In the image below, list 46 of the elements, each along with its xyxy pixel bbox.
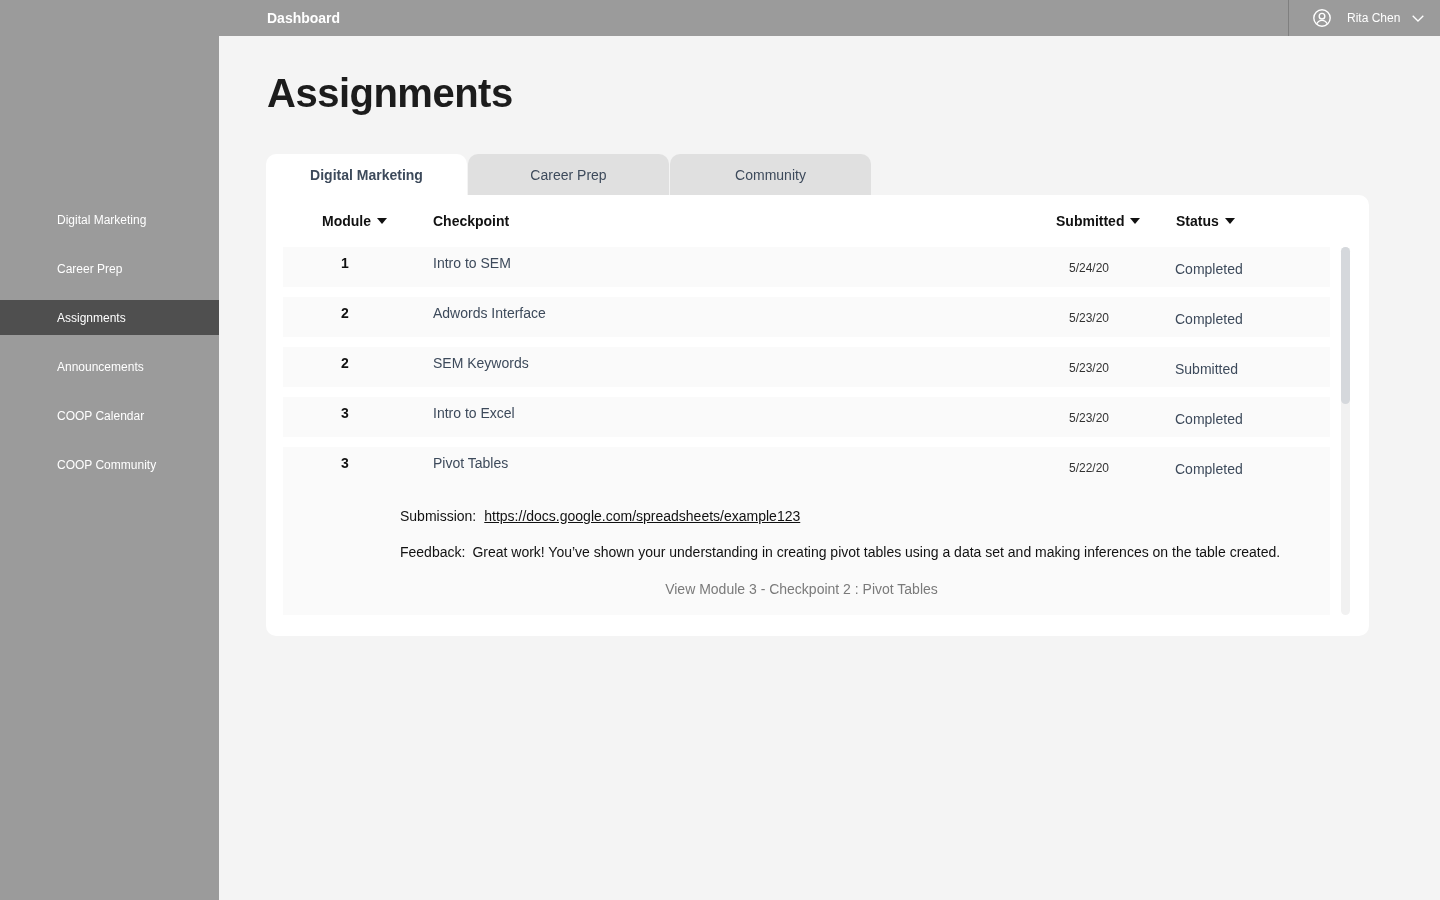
checkpoint-cell: Intro to SEM (433, 255, 511, 272)
column-header: Status (1176, 213, 1219, 229)
caret-down-icon[interactable] (1130, 218, 1141, 224)
page-title: Assignments (266, 70, 513, 117)
checkpoint-cell: Intro to Excel (433, 405, 515, 422)
date-cell: 5/23/20 (1069, 311, 1110, 325)
module-cell: 2 (341, 305, 349, 322)
scrollbar-thumb[interactable] (1341, 247, 1350, 404)
date-cell: 5/23/20 (1069, 411, 1110, 425)
user-icon (1313, 9, 1331, 27)
checkpoint-cell: SEM Keywords (433, 355, 529, 372)
caret-down-icon[interactable] (1224, 218, 1235, 224)
submission-link[interactable]: https://docs.google.com/spreadsheets/example123 (484, 506, 801, 526)
feedback-label: Feedback: (400, 543, 466, 562)
status-cell: Completed (1175, 461, 1243, 477)
module-cell: 1 (341, 255, 349, 272)
checkpoint-cell: Adwords Interface (433, 305, 546, 322)
checkpoint-cell: Pivot Tables (433, 455, 509, 472)
status-cell: Completed (1175, 411, 1243, 427)
column-header: Module (322, 213, 371, 229)
status-cell: Completed (1175, 261, 1243, 277)
status-cell: Submitted (1175, 361, 1239, 377)
module-cell: 3 (341, 405, 349, 422)
date-cell: 5/24/20 (1069, 261, 1110, 275)
top-bar-title: Dashboard (267, 10, 341, 26)
module-cell: 2 (341, 355, 349, 372)
tab[interactable]: Digital Marketing (266, 154, 467, 195)
table-row[interactable]: 2 SEM Keywords 5/23/20 Submitted (283, 347, 1330, 387)
tab[interactable]: Community (670, 154, 871, 195)
column-header: Submitted (1056, 213, 1125, 229)
chevron-down-icon[interactable] (1412, 14, 1425, 22)
caret-down-icon[interactable] (377, 218, 387, 224)
date-cell: 5/22/20 (1069, 461, 1110, 475)
feedback-text: Great work! You’ve shown your understanding in creating pivot tables using a data set and making inferences on the table created. (472, 543, 1281, 562)
sidebar-item[interactable]: Assignments (0, 300, 219, 335)
table-row[interactable]: 1 Intro to SEM 5/24/20 Completed (283, 247, 1330, 287)
date-cell: 5/23/20 (1069, 361, 1110, 375)
submission-label: Submission: (400, 507, 477, 526)
column-header: Checkpoint (433, 213, 510, 229)
table-row[interactable]: 2 Adwords Interface 5/23/20 Completed (283, 297, 1330, 337)
tab[interactable]: Career Prep (468, 154, 669, 195)
table-row[interactable]: 3 Intro to Excel 5/23/20 Completed (283, 397, 1330, 437)
module-cell: 3 (341, 455, 349, 472)
status-cell: Completed (1175, 311, 1243, 327)
scrollbar[interactable] (1341, 247, 1350, 615)
view-checkpoint-link[interactable]: View Module 3 - Checkpoint 2 : Pivot Tables (665, 579, 938, 599)
